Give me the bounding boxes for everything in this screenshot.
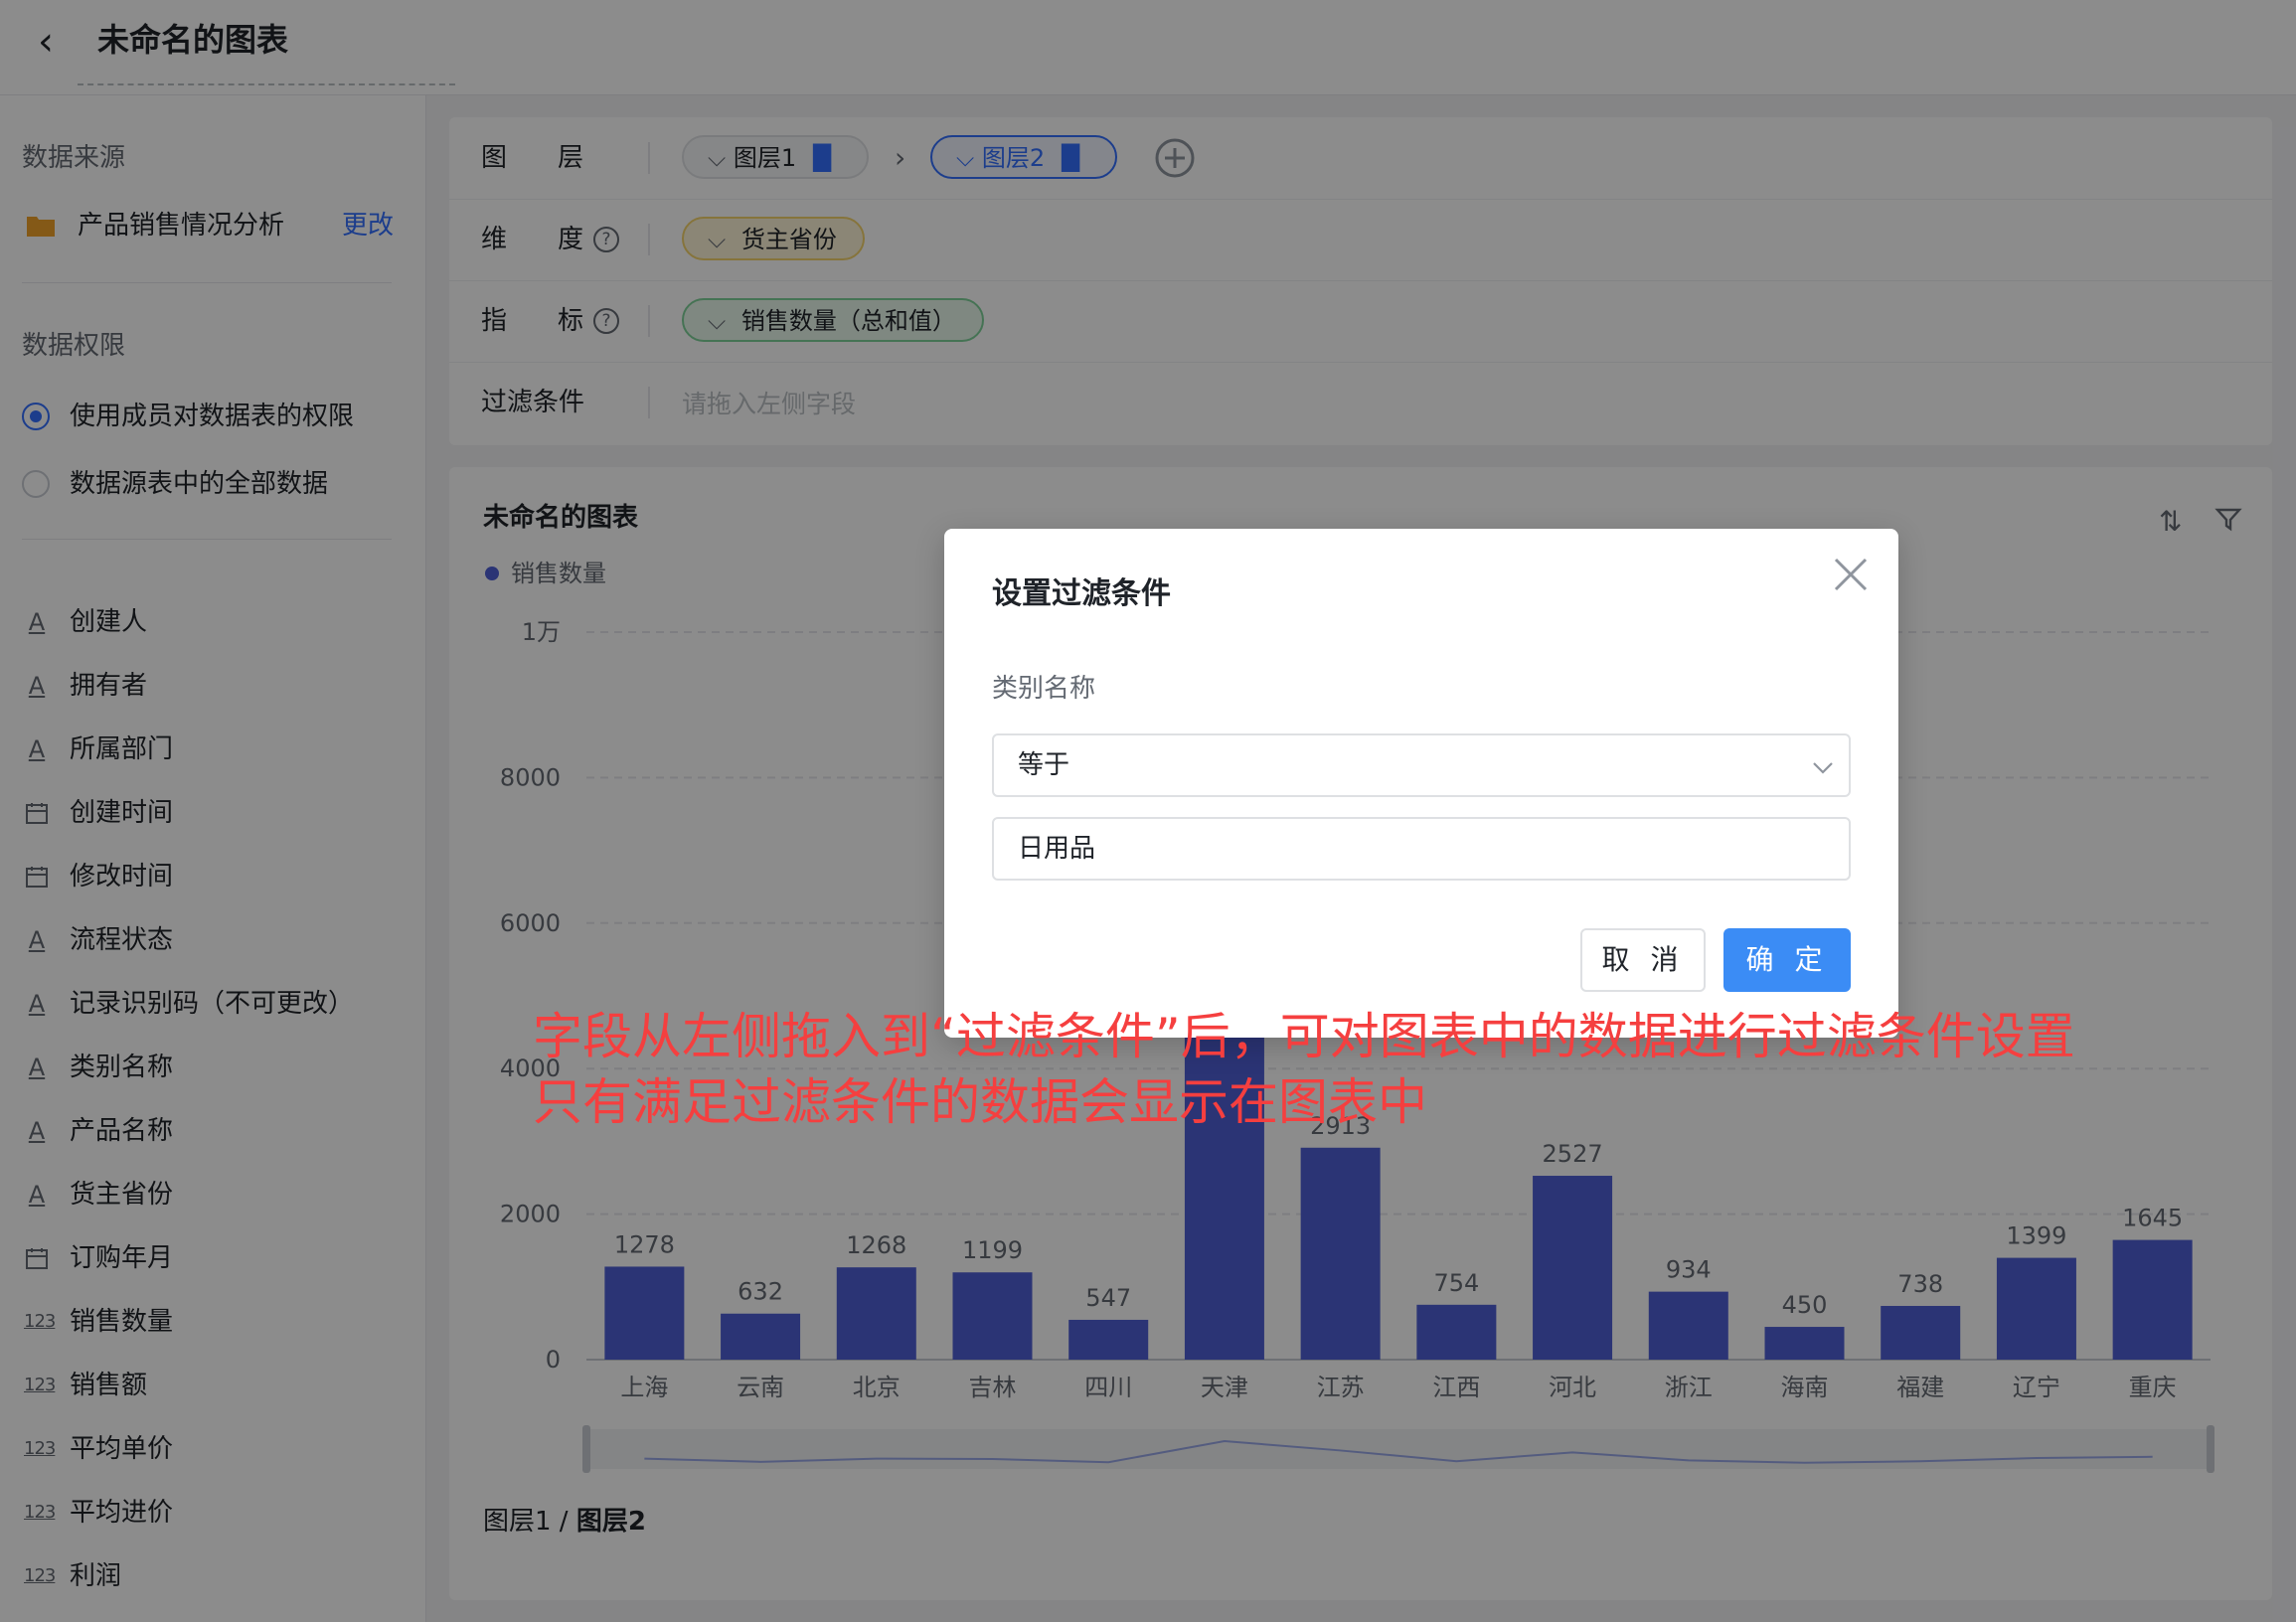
filter-modal: 设置过滤条件 类别名称 等于 日用品 取 消 确 定 [944, 529, 1898, 1038]
filter-value-input[interactable]: 日用品 [992, 817, 1851, 881]
operator-select[interactable]: 等于 [992, 733, 1851, 797]
tutorial-annotation: 字段从左侧拖入到“过滤条件”后，可对图表中的数据进行过滤条件设置 只有满足过滤条… [533, 1004, 2075, 1135]
chevron-down-icon [1811, 755, 1835, 779]
modal-title: 设置过滤条件 [992, 576, 1171, 611]
annotation-line-2: 只有满足过滤条件的数据会显示在图表中 [533, 1073, 1427, 1131]
cancel-button[interactable]: 取 消 [1580, 928, 1706, 992]
filter-value-text: 日用品 [1018, 834, 1096, 864]
close-icon[interactable] [1831, 555, 1871, 594]
operator-value: 等于 [1018, 750, 1070, 780]
annotation-line-1: 字段从左侧拖入到“过滤条件”后，可对图表中的数据进行过滤条件设置 [533, 1008, 2075, 1065]
field-name-label: 类别名称 [992, 674, 1096, 704]
confirm-button[interactable]: 确 定 [1723, 928, 1851, 992]
